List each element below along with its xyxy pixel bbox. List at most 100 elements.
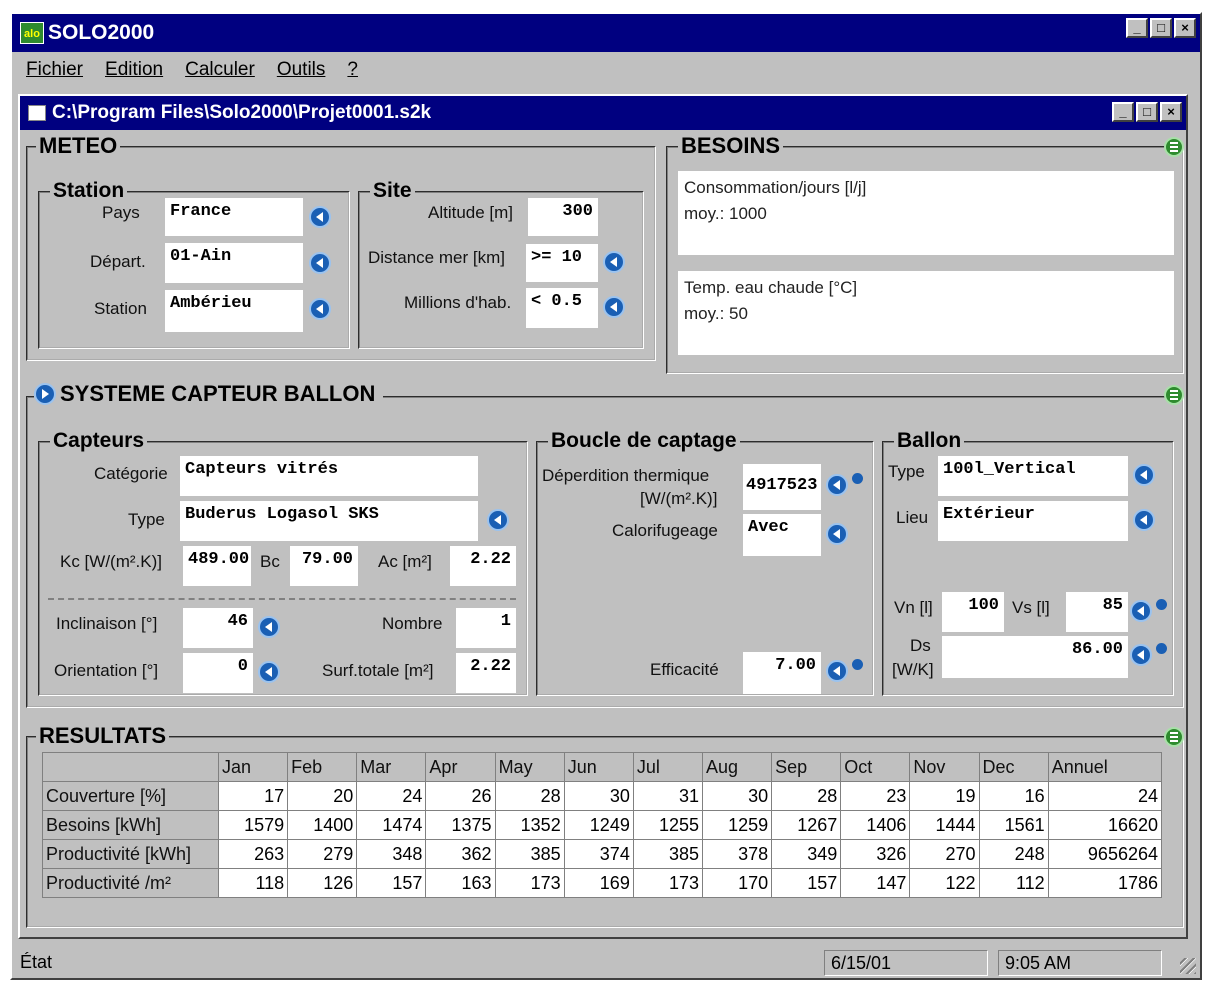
lieu-select-icon[interactable] bbox=[1133, 509, 1155, 531]
col-header[interactable]: Aug bbox=[701, 752, 773, 782]
table-cell[interactable]: 348 bbox=[356, 839, 427, 869]
vs-info-icon[interactable] bbox=[1156, 599, 1167, 610]
efficacite-info-icon[interactable] bbox=[852, 659, 863, 670]
vs-field[interactable]: 85 bbox=[1066, 592, 1128, 632]
col-header[interactable]: Dec bbox=[978, 752, 1049, 782]
categorie-field[interactable]: Capteurs vitrés bbox=[180, 456, 478, 496]
table-cell[interactable]: 30 bbox=[701, 781, 773, 811]
table-cell[interactable]: 24 bbox=[356, 781, 427, 811]
table-cell[interactable]: 30 bbox=[563, 781, 634, 811]
efficacite-select-icon[interactable] bbox=[826, 660, 848, 682]
table-cell[interactable]: 1255 bbox=[632, 810, 703, 840]
col-header[interactable]: Jan bbox=[217, 752, 289, 782]
table-cell[interactable]: 326 bbox=[840, 839, 911, 869]
ballon-type-select-icon[interactable] bbox=[1133, 464, 1155, 486]
kc-field[interactable]: 489.00 bbox=[183, 546, 251, 586]
table-cell[interactable]: 23 bbox=[840, 781, 911, 811]
menu-edition[interactable]: Edition bbox=[105, 59, 163, 81]
pays-field[interactable]: France bbox=[165, 198, 303, 236]
altitude-field[interactable]: 300 bbox=[528, 198, 598, 236]
table-cell[interactable]: 24 bbox=[1047, 781, 1163, 811]
capteur-type-field[interactable]: Buderus Logasol SKS bbox=[180, 501, 478, 541]
vs-select-icon[interactable] bbox=[1130, 600, 1152, 622]
table-cell[interactable]: 1406 bbox=[840, 810, 911, 840]
col-header[interactable]: Sep bbox=[771, 752, 842, 782]
inclinaison-field[interactable]: 46 bbox=[183, 608, 253, 648]
distance-select-icon[interactable] bbox=[603, 251, 625, 273]
doc-close-button[interactable]: × bbox=[1160, 102, 1182, 122]
table-cell[interactable]: 1786 bbox=[1047, 868, 1163, 898]
menu-help[interactable]: ? bbox=[347, 59, 358, 81]
col-header[interactable]: Jul bbox=[632, 752, 703, 782]
table-cell[interactable]: 1579 bbox=[217, 810, 289, 840]
col-header[interactable]: Jun bbox=[563, 752, 634, 782]
vn-field[interactable]: 100 bbox=[942, 592, 1004, 632]
app-titlebar[interactable]: alo SOLO2000 _ □ × bbox=[12, 14, 1200, 52]
minimize-button[interactable]: _ bbox=[1126, 18, 1148, 38]
col-header[interactable]: Oct bbox=[840, 752, 911, 782]
table-cell[interactable]: 126 bbox=[287, 868, 358, 898]
table-cell[interactable]: 378 bbox=[701, 839, 773, 869]
table-cell[interactable]: 163 bbox=[425, 868, 496, 898]
menu-outils[interactable]: Outils bbox=[277, 59, 326, 81]
document-titlebar[interactable]: C:\Program Files\Solo2000\Projet0001.s2k… bbox=[20, 96, 1186, 130]
table-cell[interactable]: 374 bbox=[563, 839, 634, 869]
table-cell[interactable]: 20 bbox=[287, 781, 358, 811]
table-cell[interactable]: 118 bbox=[217, 868, 289, 898]
resize-grip-icon[interactable] bbox=[1180, 958, 1196, 974]
table-cell[interactable]: 157 bbox=[356, 868, 427, 898]
table-cell[interactable]: 1561 bbox=[978, 810, 1049, 840]
table-cell[interactable]: 270 bbox=[909, 839, 980, 869]
table-cell[interactable]: 248 bbox=[978, 839, 1049, 869]
conso-memo[interactable]: Consommation/jours [l/j] moy.: 1000 bbox=[678, 171, 1174, 255]
resultats-expand-icon[interactable] bbox=[1164, 727, 1184, 747]
depart-field[interactable]: 01-Ain bbox=[165, 243, 303, 283]
col-header[interactable]: Annuel bbox=[1047, 752, 1163, 782]
table-cell[interactable]: 157 bbox=[771, 868, 842, 898]
row-header[interactable]: Productivité [kWh] bbox=[42, 839, 219, 869]
table-cell[interactable]: 173 bbox=[632, 868, 703, 898]
table-cell[interactable]: 1267 bbox=[771, 810, 842, 840]
doc-minimize-button[interactable]: _ bbox=[1112, 102, 1134, 122]
capteur-type-select-icon[interactable] bbox=[487, 509, 509, 531]
table-cell[interactable]: 263 bbox=[217, 839, 289, 869]
efficacite-field[interactable]: 7.00 bbox=[743, 652, 821, 694]
temp-memo[interactable]: Temp. eau chaude [°C] moy.: 50 bbox=[678, 271, 1174, 355]
row-header[interactable]: Besoins [kWh] bbox=[42, 810, 219, 840]
table-cell[interactable]: 1352 bbox=[494, 810, 565, 840]
row-header[interactable]: Productivité /m² bbox=[42, 868, 219, 898]
systeme-expand-icon[interactable] bbox=[1164, 385, 1184, 405]
table-cell[interactable]: 16620 bbox=[1047, 810, 1163, 840]
inclinaison-select-icon[interactable] bbox=[258, 616, 280, 638]
col-header[interactable]: May bbox=[494, 752, 565, 782]
table-cell[interactable]: 31 bbox=[632, 781, 703, 811]
table-cell[interactable]: 17 bbox=[217, 781, 289, 811]
table-cell[interactable]: 1474 bbox=[356, 810, 427, 840]
surf-field[interactable]: 2.22 bbox=[456, 653, 516, 693]
calorifugeage-field[interactable]: Avec bbox=[743, 514, 821, 556]
habitants-select-icon[interactable] bbox=[603, 296, 625, 318]
table-cell[interactable]: 173 bbox=[494, 868, 565, 898]
doc-maximize-button[interactable]: □ bbox=[1136, 102, 1158, 122]
deperdition-field[interactable]: 4917523 bbox=[743, 464, 821, 510]
table-cell[interactable]: 170 bbox=[701, 868, 773, 898]
table-cell[interactable]: 385 bbox=[494, 839, 565, 869]
table-cell[interactable]: 1375 bbox=[425, 810, 496, 840]
table-cell[interactable]: 385 bbox=[632, 839, 703, 869]
habitants-field[interactable]: < 0.5 bbox=[526, 288, 598, 328]
orientation-field[interactable]: 0 bbox=[183, 653, 253, 693]
table-cell[interactable]: 26 bbox=[425, 781, 496, 811]
distance-field[interactable]: >= 10 bbox=[526, 244, 598, 282]
ballon-type-field[interactable]: 100l_Vertical bbox=[938, 456, 1128, 496]
col-header[interactable]: Mar bbox=[356, 752, 427, 782]
besoins-expand-icon[interactable] bbox=[1164, 137, 1184, 157]
col-header[interactable]: Nov bbox=[909, 752, 980, 782]
station-field[interactable]: Ambérieu bbox=[165, 290, 303, 332]
close-button[interactable]: × bbox=[1174, 18, 1196, 38]
table-cell[interactable]: 28 bbox=[494, 781, 565, 811]
pays-select-icon[interactable] bbox=[309, 206, 331, 228]
table-cell[interactable]: 1259 bbox=[701, 810, 773, 840]
menu-fichier[interactable]: Fichier bbox=[26, 59, 83, 81]
deperdition-info-icon[interactable] bbox=[852, 473, 863, 484]
menu-calculer[interactable]: Calculer bbox=[185, 59, 255, 81]
